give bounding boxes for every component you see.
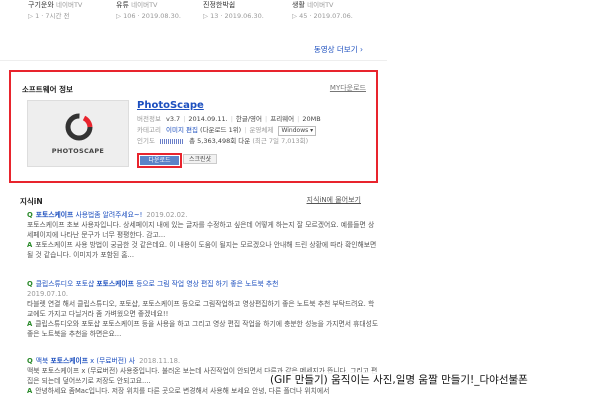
question-mark-icon: Q xyxy=(27,280,33,288)
video-strip: 구기운와 네이버TV ▷ 1 · 7시간 전 유튜 네이버TV ▷ 106 · … xyxy=(28,0,378,30)
version-value: v3.7 xyxy=(166,115,181,123)
more-video-link[interactable]: 동영상 더보기 › xyxy=(283,44,363,55)
category-link[interactable]: 이미지 편집 xyxy=(166,126,198,134)
video-title[interactable]: 진정한박쉽 xyxy=(203,1,235,9)
answer-mark-icon: A xyxy=(27,320,33,328)
popularity-label: 인기도 xyxy=(137,137,155,145)
file-size: 20MB xyxy=(302,115,321,123)
category-row: 카테고리 이미지 편집 (다운로드 1위) | 운영체제 Windows ▾ xyxy=(137,125,317,136)
video-meta: ▷ 106 · 2019.08.30. xyxy=(116,12,181,20)
video-title[interactable]: 유튜 xyxy=(116,1,129,9)
answer-mark-icon: A xyxy=(27,241,33,249)
recent-download-count: (최근 7일 7,013회) xyxy=(252,137,309,145)
video-meta: ▷ 1 · 7시간 전 xyxy=(28,12,70,20)
os-value: Windows xyxy=(281,127,309,134)
popularity-row: 인기도 총 5,363,498회 다운 (최근 7일 7,013회) xyxy=(137,136,308,146)
popularity-bar xyxy=(160,138,185,144)
kin-section-title: 지식iN xyxy=(20,197,43,206)
language: 한글/영어 xyxy=(235,115,263,123)
video-card[interactable]: 유튜 네이버TV ▷ 106 · 2019.08.30. xyxy=(116,0,201,22)
kin-ask-link[interactable]: 지식iN에 물어보기 xyxy=(307,195,362,205)
video-title[interactable]: 생활 xyxy=(292,1,305,9)
kin-answer: A 포토스케이프 사용 방법이 궁금한 것 같은데요. 이 내용이 도움이 될지는… xyxy=(27,241,377,259)
software-logo-text: PHOTOSCAPE xyxy=(51,147,105,155)
answer-mark-icon: A xyxy=(27,387,33,395)
kin-date: 2019.02.02. xyxy=(146,211,188,219)
kin-question-body: 타블렛 연결 해서 클립스튜디오, 포토샵, 포토스케이프 등으로 그림작업하고… xyxy=(27,300,375,318)
download-highlight: 다운로드 xyxy=(137,153,182,168)
software-thumbnail[interactable]: PHOTOSCAPE xyxy=(27,100,129,167)
kin-item: Q 포토스케이프 사용법좀 알려주세요~! 2019.02.02. 포토스케이프 초… xyxy=(27,210,379,260)
category-label: 카테고리 xyxy=(137,126,161,134)
chevron-down-icon: ▾ xyxy=(310,127,314,134)
question-mark-icon: Q xyxy=(27,211,33,219)
os-label: 운영체제 xyxy=(249,126,274,134)
video-source: 네이버TV xyxy=(56,1,83,9)
download-count: 총 5,363,498회 다운 xyxy=(189,137,251,145)
kin-question-body: 포토스케이프 초보 사용자입니다. 상세페이지 내에 있는 글자를 수정하고 싶… xyxy=(27,221,375,239)
release-date: 2014.09.11. xyxy=(188,115,228,123)
video-title[interactable]: 구기운와 xyxy=(28,1,54,9)
software-section-title: 소프트웨어 정보 xyxy=(22,85,73,94)
video-card[interactable]: 진정한박쉽 ▷ 13 · 2019.06.30. xyxy=(203,0,288,22)
kin-answer: A 클립스튜디오와 포토샵 포토스케이프 등을 사용을 하고 그리고 영상 편집 … xyxy=(27,320,379,338)
section-divider xyxy=(0,60,387,61)
software-name-link[interactable]: PhotoScape xyxy=(137,100,204,111)
video-source: 네이버TV xyxy=(131,1,158,9)
kin-item: Q 클립스튜디오 포토샵 포토스케이프 등으로 그림 작업 영상 편집 하기 좋은… xyxy=(27,279,379,339)
download-button[interactable]: 다운로드 xyxy=(140,156,179,165)
kin-answer: A 안녕하세요 좀Mac입니다. 저장 위치를 다른 곳으로 변경해서 사용해 보… xyxy=(27,387,330,395)
category-rank: (다운로드 1위) xyxy=(200,126,242,134)
software-info-box: 소프트웨어 정보 MY다운로드 PHOTOSCAPE PhotoScape 버전… xyxy=(9,70,378,183)
more-video-label[interactable]: 동영상 더보기 xyxy=(314,45,358,54)
video-card[interactable]: 구기운와 네이버TV ▷ 1 · 7시간 전 xyxy=(28,0,113,22)
video-meta: ▷ 45 · 2019.07.06. xyxy=(292,12,353,20)
version-row: 버전정보 v3.7 | 2014.09.11. | 한글/영어 | 프리웨어 | 20MB xyxy=(137,115,321,123)
kin-question-link[interactable]: Q 클립스튜디오 포토샵 포토스케이프 등으로 그림 작업 영상 편집 하기 좋은… xyxy=(27,279,379,289)
kin-date: 2018.11.18. xyxy=(139,357,181,365)
license: 프리웨어 xyxy=(270,115,295,123)
screenshot-button[interactable]: 스크린샷 xyxy=(183,154,217,164)
os-select[interactable]: Windows ▾ xyxy=(278,126,317,136)
version-label: 버전정보 xyxy=(137,115,161,123)
photoscape-logo-icon xyxy=(65,113,93,141)
video-meta: ▷ 13 · 2019.06.30. xyxy=(203,12,264,20)
video-source: 네이버TV xyxy=(307,1,334,9)
question-mark-icon: Q xyxy=(27,357,33,365)
kin-date: 2019.07.10. xyxy=(27,290,69,298)
my-download-link[interactable]: MY다운로드 xyxy=(330,83,366,93)
chevron-right-icon: › xyxy=(360,45,363,54)
kin-question-link[interactable]: Q 포토스케이프 사용법좀 알려주세요~! 2019.02.02. xyxy=(27,210,379,220)
video-card[interactable]: 생활 네이버TV ▷ 45 · 2019.07.06. xyxy=(292,0,377,22)
image-caption: (GIF 만들기) 움직이는 사진,일명 움짤 만들기!_다야선불폰 xyxy=(268,372,530,387)
kin-question-link[interactable]: Q 맥북 포토스케이프 x (무료버전) 사 2018.11.18. xyxy=(27,356,379,366)
